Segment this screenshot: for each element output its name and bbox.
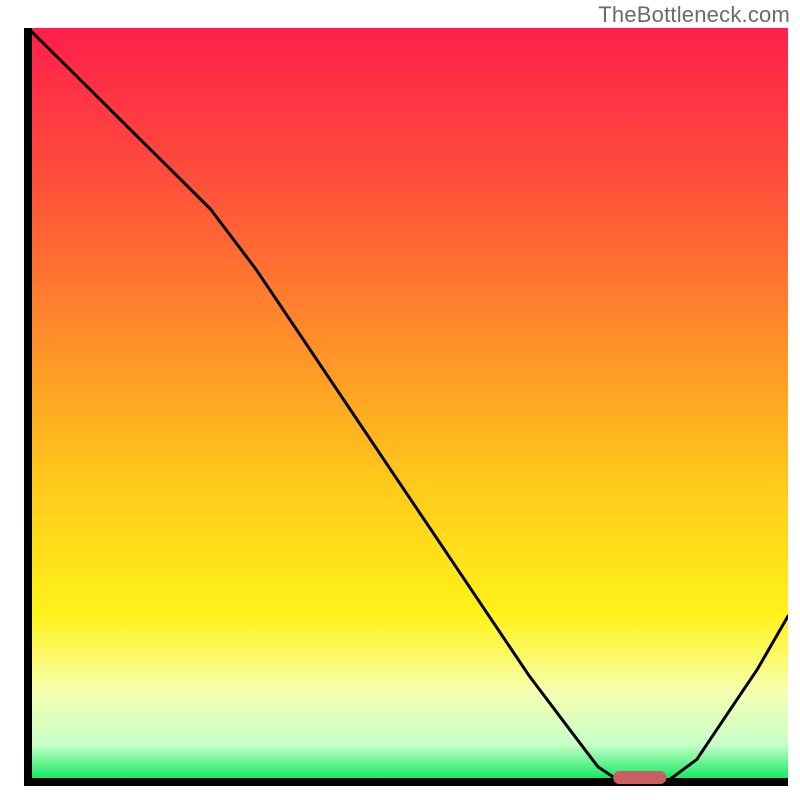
optimum-marker [613, 771, 666, 784]
watermark-text: TheBottleneck.com [598, 2, 790, 28]
chart-container: TheBottleneck.com [0, 0, 800, 800]
bottleneck-chart [0, 0, 800, 800]
